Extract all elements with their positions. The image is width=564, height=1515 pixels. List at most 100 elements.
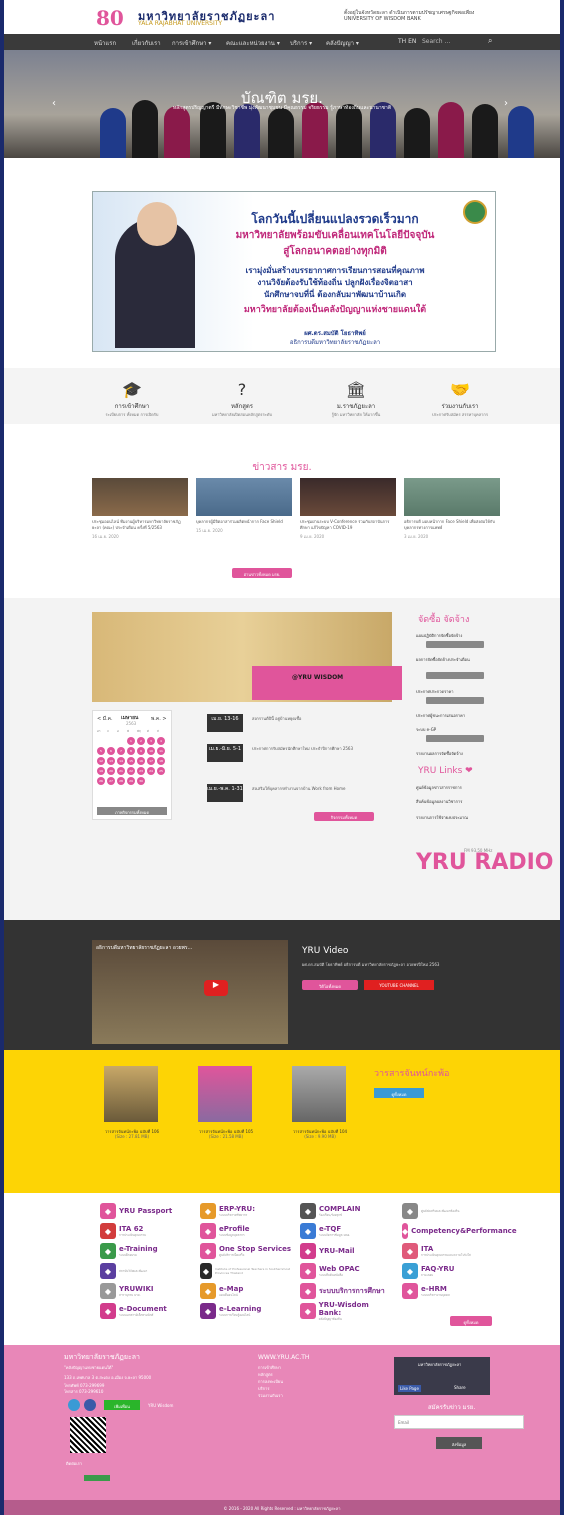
calendar-day[interactable]: 27 (107, 777, 115, 785)
calendar-day[interactable]: 20 (107, 767, 115, 775)
service-link[interactable]: ◆ YRU Passport (100, 1202, 192, 1220)
twitter-icon[interactable] (68, 1399, 80, 1411)
news-image[interactable] (300, 478, 396, 516)
service-link[interactable]: ◆ e-Map แผนที่ออนไลน์ (200, 1282, 292, 1300)
journal-cover[interactable] (292, 1066, 346, 1122)
news-card[interactable]: ประชุมผ่านระบบ V-Conference ร่วมกับสถาบั… (300, 478, 396, 540)
calendar-day[interactable]: 29 (127, 777, 135, 785)
calendar-day[interactable]: 24 (147, 767, 155, 775)
service-link[interactable]: ◆ FAQ-YRU ถาม-ตอบ (402, 1262, 494, 1280)
all-journals-button[interactable]: ดูทั้งหมด (374, 1088, 424, 1098)
all-videos-button[interactable]: วิดีโอทั้งหมด (302, 980, 358, 990)
year-select[interactable] (426, 672, 484, 679)
news-image[interactable] (196, 478, 292, 516)
all-photos-button[interactable]: ภาพกิจกรรมทั้งหมด (97, 807, 167, 815)
search-icon[interactable]: ⌕ (488, 36, 492, 46)
nav-wisdom[interactable]: คลังปัญญา ▾ (326, 38, 359, 48)
procurement-item[interactable]: ระบบ e-GP (416, 726, 506, 733)
quick-link-admission[interactable]: 🎓 การเข้าศึกษา ระเบียบการ ทั้งหมด การเปิ… (72, 380, 192, 418)
footer-link[interactable]: การเข้าศึกษา (258, 1365, 281, 1370)
calendar-day[interactable]: 1 (127, 737, 135, 745)
facebook-icon[interactable] (84, 1399, 96, 1411)
procurement-item[interactable]: รายงานผลการจัดซื้อจัดจ้าง (416, 750, 506, 757)
service-link[interactable]: ◆ One Stop Services ศูนย์บริการเบ็ดเสร็จ (200, 1242, 292, 1260)
calendar-day[interactable]: 30 (137, 777, 145, 785)
calendar-day[interactable]: 16 (137, 757, 145, 765)
service-link[interactable]: ◆ Web OPAC ระบบสืบค้นหนังสือ (300, 1262, 392, 1280)
service-link[interactable]: ◆ e-TQF ระบบจัดการข้อมูล มคอ. (300, 1222, 392, 1240)
search-input[interactable]: Search ... (422, 38, 450, 45)
calendar-day[interactable]: 18 (157, 757, 165, 765)
footer-contact[interactable]: YRU Wisdom (148, 1403, 173, 1408)
president-banner[interactable]: โลกวันนี้เปลี่ยนแปลงรวดเร็วมาก มหาวิทยาล… (92, 191, 496, 352)
procurement-item[interactable]: ประกาศประกวดราคา (416, 688, 506, 695)
anniversary-logo[interactable]: 80 (96, 6, 124, 30)
service-link[interactable]: ◆ YRUWIKI สารานุกรม มรย. (100, 1282, 192, 1300)
yru-link[interactable]: รายงานการใช้จ่ายงบประมาณ (416, 814, 506, 821)
calendar-day[interactable]: 7 (117, 747, 125, 755)
service-link[interactable]: ◆ Institute of Professional Teachers in S… (200, 1262, 292, 1280)
youtube-channel-button[interactable]: YOUTUBE CHANNEL (364, 980, 434, 990)
fb-share-button[interactable]: Share (454, 1385, 466, 1390)
procurement-item[interactable]: ผลการจัดซื้อจัดจ้างประจำเดือน (416, 656, 506, 663)
service-link[interactable]: ◆ eProfile ระบบข้อมูลบุคลากร (200, 1222, 292, 1240)
service-link[interactable]: ◆ YRU-Mail (300, 1242, 392, 1260)
news-image[interactable] (404, 478, 500, 516)
procurement-item[interactable]: แผนปฏิบัติการจัดซื้อจัดจ้าง (416, 632, 506, 639)
news-card[interactable]: บุคลากรผู้มีจิตอาสาร่วมผลิตหน้ากาก Face … (196, 478, 292, 534)
yru-radio-logo[interactable]: YRU RADIO (416, 850, 554, 875)
calendar-day[interactable]: 4 (157, 737, 165, 745)
calendar-day[interactable]: 26 (97, 777, 105, 785)
year-select[interactable] (426, 735, 484, 742)
quick-link-jobs[interactable]: 🤝 ร่วมงานกับเรา ประกาศรับสมัคร สรรหาบุคล… (400, 380, 520, 418)
service-link[interactable]: ◆ YRU-Wisdom Bank: คลังปัญญาท้องถิ่น (300, 1301, 392, 1321)
year-select[interactable] (426, 697, 484, 704)
service-link[interactable]: ◆ สถาบันวิจัยและพัฒนา (100, 1262, 192, 1280)
footer-link[interactable]: หลักสูตร (258, 1372, 273, 1377)
calendar-day[interactable]: 15 (127, 757, 135, 765)
service-link[interactable]: ◆ e-Document ระบบเอกสารอิเล็กทรอนิกส์ (100, 1302, 192, 1320)
language-switch[interactable]: TH EN (398, 38, 416, 45)
slider-next-icon[interactable]: › (504, 98, 508, 109)
calendar-day[interactable]: 8 (127, 747, 135, 755)
calendar-prev[interactable]: < มี.ค. (97, 715, 113, 723)
calendar-day[interactable]: 17 (147, 757, 155, 765)
service-link[interactable]: ◆ ระบบบริการการศึกษา (300, 1282, 392, 1300)
service-link[interactable]: ◆ e-Learning ระบบการเรียนรู้ออนไลน์ (200, 1302, 292, 1320)
procurement-item[interactable]: ประกาศผู้ชนะการเสนอราคา (416, 712, 506, 719)
footer-link[interactable]: บริการ (258, 1386, 270, 1391)
yru-link[interactable]: ศูนย์ข้อมูลข่าวสารราชการ (416, 784, 506, 791)
calendar-day[interactable]: 10 (147, 747, 155, 755)
event-title[interactable]: ประกาศการรับสมัครนักศึกษาใหม่ ประจำปีการ… (252, 746, 382, 751)
service-link[interactable]: ◆ e-Training ระบบฝึกอบรม (100, 1242, 192, 1260)
news-image[interactable] (92, 478, 188, 516)
event-slide-image[interactable]: @YRU WISDOM (92, 612, 402, 702)
all-events-button[interactable]: กิจกรรมทั้งหมด (314, 812, 374, 821)
calendar-day[interactable]: 22 (127, 767, 135, 775)
quick-link-curriculum[interactable]: ? หลักสูตร มหาวิทยาลัยเปิดสอนหลักสูตรระด… (182, 380, 302, 418)
yru-link[interactable]: สืบค้นข้อมูลผลงานวิชาการ (416, 798, 506, 805)
journal-cover[interactable] (104, 1066, 158, 1122)
nav-home[interactable]: หน้าแรก (94, 38, 116, 48)
calendar-day[interactable]: 13 (107, 757, 115, 765)
fb-like-button[interactable]: Like Page (398, 1385, 421, 1392)
subscribe-button[interactable]: ส่งข้อมูล (436, 1437, 482, 1449)
event-title[interactable]: ส่งเสริมให้บุคลากรทำงานจากบ้าน Work from… (252, 786, 382, 791)
calendar-day[interactable]: 6 (107, 747, 115, 755)
calendar-day[interactable]: 23 (137, 767, 145, 775)
service-link[interactable]: ◆ Competency&Performance (402, 1222, 517, 1240)
service-link[interactable]: ◆ e-HRM ระบบบริหารงานบุคคล (402, 1282, 494, 1300)
news-card[interactable]: ประชุมออนไลน์ ทีมงานผู้บริหารมหาวิทยาลัย… (92, 478, 188, 540)
event-title[interactable]: สงกรานต์ปีนี้ อยู่บ้านหยุดเชื้อ (252, 716, 382, 721)
nav-services[interactable]: บริการ ▾ (290, 38, 312, 48)
facebook-widget[interactable]: มหาวิทยาลัยราชภัฏยะลา Like Page Share (394, 1357, 490, 1395)
calendar-day[interactable]: 11 (157, 747, 165, 755)
all-news-button[interactable]: อ่านข่าวทั้งหมด มรย. (232, 568, 292, 578)
footer-link[interactable]: ร่วมงานกับเรา (258, 1393, 283, 1398)
calendar-day[interactable]: 12 (97, 757, 105, 765)
service-link[interactable]: ◆ ERP-YRU: ระบบบริหารทรัพยากร (200, 1202, 292, 1220)
calendar-day[interactable]: 2 (137, 737, 145, 745)
service-link[interactable]: ◆ ITA การประเมินคุณธรรมและความโปร่งใส (402, 1242, 494, 1260)
calendar-day[interactable]: 9 (137, 747, 145, 755)
all-links-button[interactable]: ดูทั้งหมด (450, 1316, 492, 1326)
